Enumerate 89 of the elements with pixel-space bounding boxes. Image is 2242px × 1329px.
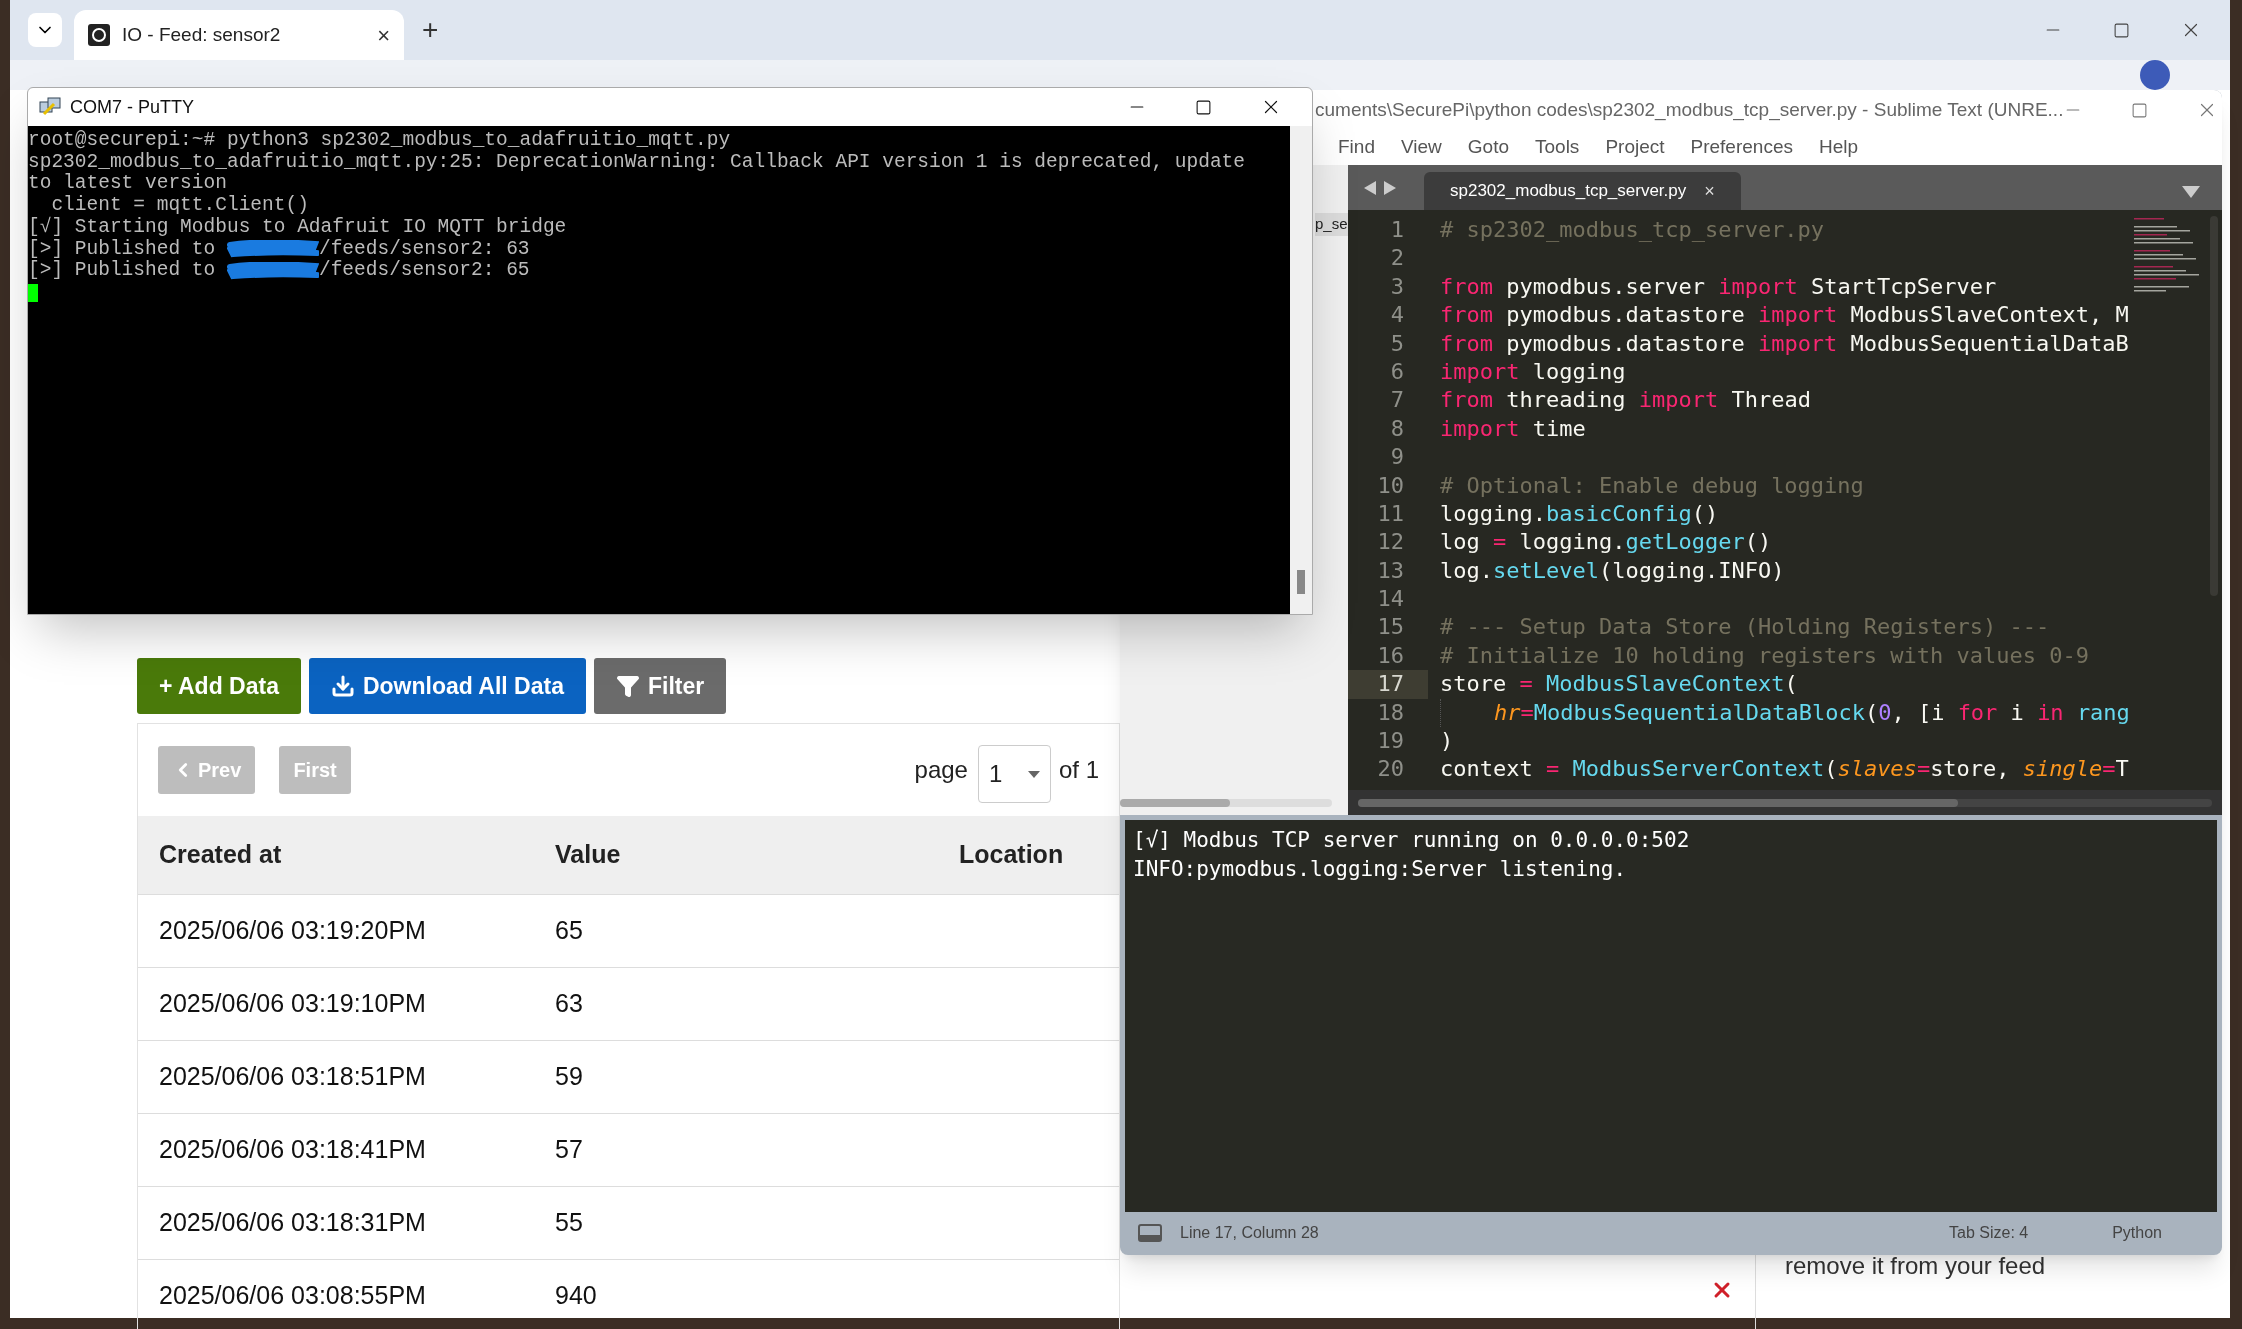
terminal-line: /feeds/sensor2: 65	[318, 260, 530, 282]
console-line: INFO:pymodbus.logging:Server listening.	[1133, 856, 1628, 883]
table-cell-text: 2025/06/06 03:08:55PM	[159, 1280, 427, 1312]
line-number: 20	[1376, 755, 1405, 784]
line-number: 5	[1389, 329, 1405, 358]
table-cell-text: 2025/06/06 03:19:20PM	[159, 915, 427, 947]
sidebar-file-label: p_se	[1315, 213, 1348, 236]
page-select[interactable]: 1	[977, 745, 1051, 803]
terminal-line: /feeds/sensor2: 63	[318, 238, 530, 260]
console-line: [√] Modbus TCP server running on 0.0.0.0:502	[1133, 827, 1691, 854]
table-cell-text: 940	[555, 1280, 597, 1312]
code-line: context = ModbusServerContext(slaves=store, single=T	[1440, 755, 2129, 784]
browser-tab[interactable]: IO - Feed: sensor2 ×	[74, 10, 404, 60]
terminal-line: to latest version	[28, 173, 228, 195]
line-number: 19	[1376, 727, 1405, 756]
terminal-line: root@securepi:~# python3 sp2302_modbus_to_adafruitio_mqtt.py	[28, 130, 732, 152]
code-line: log.setLevel(logging.INFO)	[1440, 556, 1785, 585]
code-line: import logging	[1440, 357, 1626, 386]
menu-item[interactable]: Project	[1605, 133, 1665, 162]
tab-close-button[interactable]: ×	[377, 18, 390, 52]
menu-item[interactable]: Help	[1818, 133, 1859, 162]
code-line: # Optional: Enable debug logging	[1440, 471, 1864, 500]
editor-tab[interactable]: sp2302_modbus_tcp_server.py ×	[1424, 172, 1741, 210]
line-number: 15	[1376, 613, 1405, 642]
terminal-line: [√] Starting Modbus to Adafruit IO MQTT bridge	[28, 216, 568, 239]
table-cell-text: 2025/06/06 03:19:10PM	[159, 988, 427, 1020]
line-number: 13	[1376, 556, 1405, 585]
line-number: 8	[1389, 414, 1405, 443]
action-button[interactable]: Filter	[594, 658, 727, 714]
window-title: cuments\SecurePi\python codes\sp2302_modbus_tcp_server.py - Sublime Text (UNRE...	[1315, 97, 2064, 123]
menu-item[interactable]: Preferences	[1690, 133, 1793, 162]
code-line: logging.basicConfig()	[1440, 499, 1719, 528]
terminal-line: client = mqtt.Client()	[51, 195, 310, 217]
line-number: 16	[1376, 641, 1405, 670]
menu-item[interactable]: View	[1400, 133, 1442, 162]
code-line: from pymodbus.datastore import ModbusSequentialDataB	[1440, 329, 2129, 358]
line-number: 4	[1389, 301, 1405, 330]
line-number: 18	[1376, 698, 1405, 727]
code-line: from pymodbus.server import StartTcpServer	[1440, 272, 1997, 301]
action-button[interactable]: Download All Data	[308, 658, 586, 714]
line-number: 11	[1376, 499, 1405, 528]
terminal-line: sp2302_modbus_to_adafruitio_mqtt.py:25: DeprecationWarning: Callback API version 1 is deprecated, update	[28, 151, 1246, 173]
menu-item[interactable]: Goto	[1467, 133, 1509, 162]
line-number: 6	[1389, 357, 1405, 386]
table-cell-text: 57	[555, 1134, 583, 1166]
code-line: from threading import Thread	[1440, 386, 1811, 415]
line-number: 14	[1376, 585, 1405, 614]
table-cell-text: 2025/06/06 03:18:41PM	[159, 1134, 427, 1166]
code-line: # sp2302_modbus_tcp_server.py	[1440, 216, 1825, 244]
table-cell-text: 59	[555, 1061, 583, 1093]
code-line: store = ModbusSlaveContext(	[1440, 670, 1798, 699]
tab-close-button[interactable]: ×	[1704, 177, 1715, 205]
code-line: # Initialize 10 holding registers with values 0-9	[1440, 641, 2089, 670]
tab-size[interactable]: Tab Size: 4	[1949, 1221, 2029, 1245]
side-note-text: remove it from your feed	[1785, 1251, 2046, 1281]
line-number: 9	[1389, 443, 1405, 472]
table-cell-text: 2025/06/06 03:18:31PM	[159, 1207, 427, 1239]
line-number: 2	[1389, 244, 1405, 273]
line-number: 3	[1389, 272, 1405, 301]
line-number: 10	[1376, 471, 1405, 500]
page-label: page	[914, 755, 968, 785]
tab-title: IO - Feed: sensor2	[122, 22, 282, 47]
terminal-line: [>] Published to	[28, 238, 217, 260]
table-cell-text: 63	[555, 988, 583, 1020]
line-number: 12	[1376, 528, 1405, 557]
code-line: # --- Setup Data Store (Holding Registers) ---	[1440, 613, 2050, 642]
menu-item[interactable]: Tools	[1535, 133, 1580, 162]
table-cell-text: 65	[555, 915, 583, 947]
page-count: of 1	[1058, 755, 1099, 785]
line-number: 7	[1389, 386, 1405, 415]
syntax-label[interactable]: Python	[2112, 1221, 2162, 1245]
code-line: import time	[1440, 414, 1586, 443]
column-header: Created at	[159, 839, 283, 871]
line-number: 1	[1389, 216, 1405, 244]
new-tab-button[interactable]: +	[422, 16, 439, 44]
column-header: Value	[555, 839, 622, 871]
window-title: COM7 - PuTTY	[70, 95, 195, 119]
table-cell-text: 55	[555, 1207, 583, 1239]
code-line: from pymodbus.datastore import ModbusSlaveContext, M	[1440, 301, 2129, 330]
cursor-position: Line 17, Column 28	[1180, 1223, 1320, 1243]
code-line: log = logging.getLogger()	[1440, 528, 1772, 557]
menu-item[interactable]: Find	[1338, 133, 1375, 162]
line-number: 17	[1348, 670, 1428, 699]
code-line: hr=ModbusSequentialDataBlock(0, [i for i in rang	[1440, 698, 2130, 728]
terminal-line: [>] Published to	[28, 260, 217, 282]
column-header: Location	[959, 839, 1064, 871]
table-cell-text: 2025/06/06 03:18:51PM	[159, 1061, 427, 1093]
action-button[interactable]: + Add Data	[137, 658, 301, 714]
code-line: )	[1440, 727, 1454, 756]
